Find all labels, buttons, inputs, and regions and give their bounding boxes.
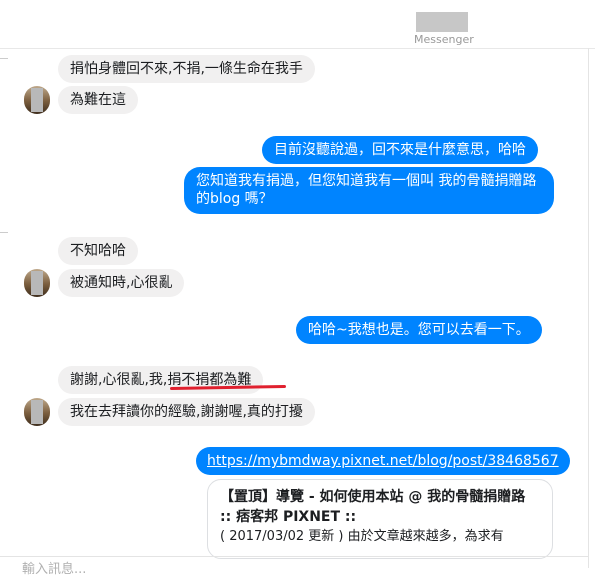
message-outgoing[interactable]: 目前沒聽說過，回不來是什麼意思，哈哈 [262,136,538,164]
conversation-header: Messenger [0,0,595,50]
message-link[interactable]: https://mybmdway.pixnet.net/blog/post/38… [207,453,559,469]
avatar-redaction [31,400,43,424]
edge-marker [0,58,8,59]
header-divider [0,48,595,49]
message-incoming[interactable]: 我在去拜讀你的經驗,謝謝喔,真的打擾 [58,398,315,426]
avatar[interactable] [24,269,50,297]
avatar-redaction [31,88,43,112]
avatar[interactable] [24,86,50,114]
edge-marker [0,232,8,233]
message-outgoing[interactable]: https://mybmdway.pixnet.net/blog/post/38… [196,447,570,475]
redacted-name [416,12,468,32]
avatar[interactable] [24,398,50,426]
link-preview-card[interactable]: 【置頂】導覽 - 如何使用本站 @ 我的骨髓捐贈路 :: 痞客邦 PIXNET … [207,479,553,559]
message-outgoing[interactable]: 哈哈~我想也是。您可以去看一下。 [296,316,542,344]
message-incoming[interactable]: 為難在這 [58,86,138,114]
message-input[interactable]: 輸入訊息... [22,558,86,577]
link-preview-description: ( 2017/03/02 更新 ) 由於文章越來越多，為求有 [220,529,504,544]
message-text: 我在去拜讀你的經驗,謝謝喔,真的打擾 [70,404,303,420]
composer-divider [0,556,588,557]
message-text: 哈哈~我想也是。您可以去看一下。 [308,322,530,338]
avatar-redaction [31,271,43,295]
app-label: Messenger [414,33,474,46]
message-text: 捐怕身體回不來,不捐,一條生命在我手 [70,61,303,77]
panel-divider [588,48,589,568]
message-outgoing[interactable]: 您知道我有捐過，但您知道我有一個叫 我的骨髓捐贈路 的blog 嗎？ [184,167,554,214]
message-incoming[interactable]: 不知哈哈 [58,237,138,265]
message-incoming[interactable]: 被通知時,心很亂 [58,269,185,297]
message-text: 不知哈哈 [70,243,126,259]
link-preview-title[interactable]: 【置頂】導覽 - 如何使用本站 @ 我的骨髓捐贈路 :: 痞客邦 PIXNET … [220,487,540,527]
message-text: 您知道我有捐過，但您知道我有一個叫 我的骨髓捐贈路 的blog 嗎？ [196,173,537,207]
message-text: 目前沒聽說過，回不來是什麼意思，哈哈 [274,142,526,158]
message-text: 為難在這 [70,92,126,108]
message-incoming[interactable]: 謝謝,心很亂,我,捐不捐都為難 [58,366,264,394]
message-incoming[interactable]: 捐怕身體回不來,不捐,一條生命在我手 [58,55,315,83]
message-text: 被通知時,心很亂 [70,275,173,291]
